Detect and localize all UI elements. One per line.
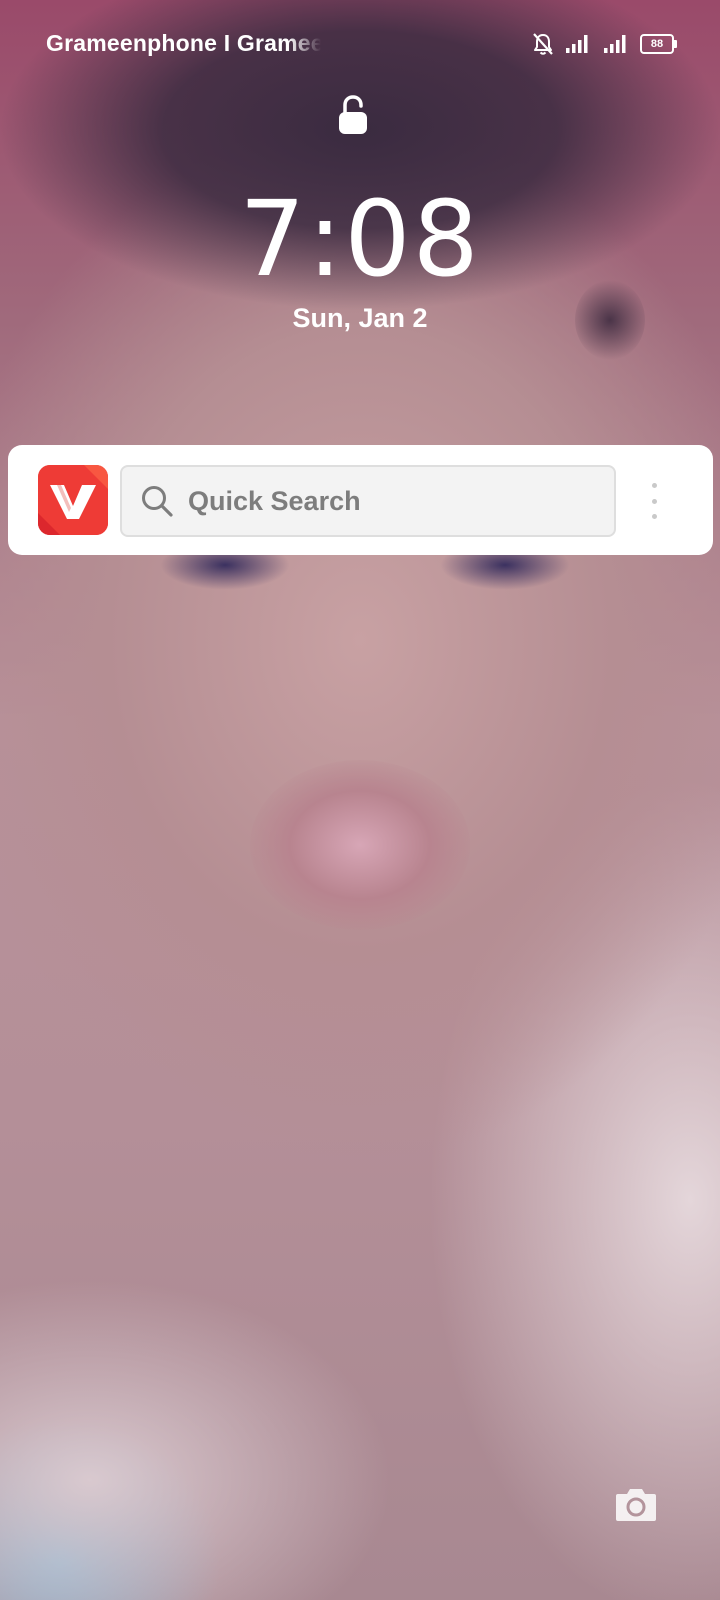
dot — [651, 483, 657, 488]
vidmate-logo-icon[interactable] — [38, 465, 108, 535]
app-logo-graphic — [38, 465, 108, 535]
dot — [651, 514, 657, 519]
lock-screen: Grameenphone I Grameenphone 88 — [0, 0, 720, 1600]
clock-date: Sun, Jan 2 — [292, 303, 428, 333]
more-vertical-icon[interactable] — [644, 483, 664, 519]
camera-icon[interactable] — [614, 1484, 658, 1524]
signal-icon — [566, 35, 588, 53]
signal-icon — [604, 35, 626, 53]
status-icons: 88 — [532, 30, 677, 58]
lock-icon[interactable] — [336, 94, 370, 136]
bell-off-icon — [533, 33, 553, 55]
carrier-name: Grameenphone I Grameenphone — [46, 30, 321, 56]
dot — [651, 498, 657, 504]
battery-indicator: 88 — [640, 34, 677, 54]
clock-time: 7:08 — [239, 178, 481, 300]
quick-search-widget: Quick Search — [8, 445, 713, 555]
search-placeholder: Quick Search — [188, 485, 361, 516]
status-bar: Grameenphone I Grameenphone 88 — [0, 0, 720, 90]
search-icon — [142, 486, 173, 517]
quick-search-input[interactable]: Quick Search — [120, 465, 616, 537]
wallpaper-detail — [250, 760, 470, 930]
